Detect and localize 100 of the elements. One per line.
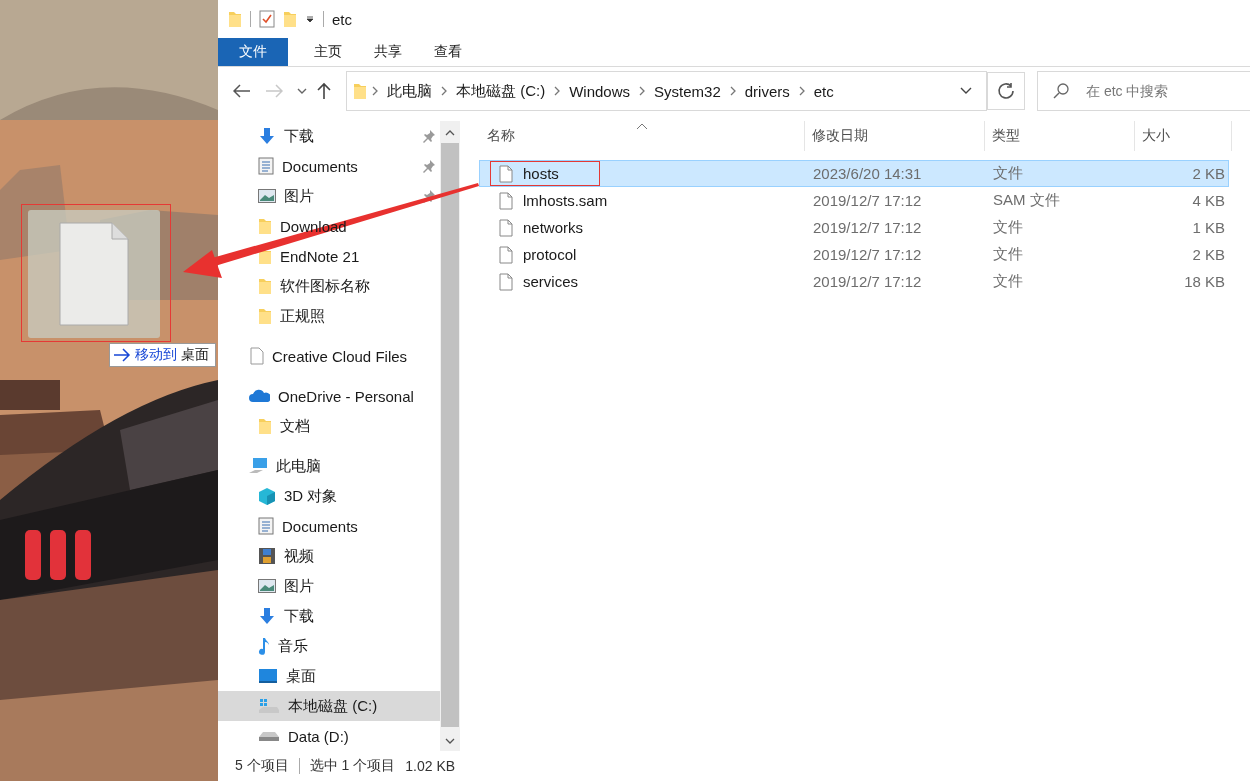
file-name: protocol <box>523 246 577 263</box>
nav-item[interactable]: 音乐 <box>218 631 440 661</box>
file-icon <box>499 191 513 210</box>
file-name: networks <box>523 219 584 236</box>
pin-icon <box>422 189 436 203</box>
refresh-icon <box>997 82 1015 100</box>
nav-item[interactable]: 本地磁盘 (C:) <box>218 691 440 721</box>
properties-icon <box>259 10 275 28</box>
nav-item[interactable]: 正规照 <box>218 301 440 331</box>
breadcrumb[interactable]: etc <box>809 82 838 100</box>
modified-date: 2023/6/20 14:31 <box>812 165 923 182</box>
drag-target-text: 桌面 <box>181 346 209 364</box>
nav-item[interactable]: Documents <box>218 151 440 181</box>
file-icon <box>499 218 513 237</box>
nav-item[interactable]: Documents <box>218 511 440 541</box>
chevron-down-icon <box>297 87 307 95</box>
file-row[interactable]: lmhosts.sam 2019/12/7 17:12 SAM 文件 4 KB <box>480 188 1228 213</box>
refresh-button[interactable] <box>987 72 1025 110</box>
ribbon-tab[interactable]: 主页 <box>298 38 358 66</box>
file-type: 文件 <box>992 218 1024 237</box>
folder-icon <box>228 10 242 28</box>
drive-icon <box>258 730 280 742</box>
file-icon <box>499 272 513 291</box>
file-type: SAM 文件 <box>992 191 1061 210</box>
folder-icon <box>258 307 272 325</box>
pin-icon <box>422 159 436 173</box>
selection-size: 1.02 KB <box>405 758 456 774</box>
breadcrumb[interactable]: System32 <box>650 82 725 100</box>
search-field[interactable]: 在 etc 中搜索 <box>1037 71 1250 111</box>
file-type: 文件 <box>992 164 1024 183</box>
breadcrumb[interactable]: Windows <box>565 82 635 100</box>
file-size: 2 KB <box>1191 165 1226 182</box>
scrollbar[interactable] <box>440 121 460 751</box>
nav-item[interactable]: 软件图标名称 <box>218 271 440 301</box>
computer-icon <box>248 457 268 475</box>
breadcrumb[interactable]: 此电脑 <box>383 81 436 101</box>
drive-icon <box>258 697 280 715</box>
film-icon <box>258 547 276 565</box>
column-header[interactable]: 类型 <box>985 121 1135 151</box>
nav-item[interactable]: 文档 <box>218 411 440 441</box>
file-icon <box>499 245 513 264</box>
breadcrumb[interactable]: 本地磁盘 (C:) <box>452 81 550 101</box>
file-size: 1 KB <box>1191 219 1226 236</box>
file-row[interactable]: services 2019/12/7 17:12 文件 18 KB <box>480 269 1228 294</box>
download-icon <box>258 127 276 145</box>
nav-item[interactable]: 图片 <box>218 571 440 601</box>
nav-item[interactable]: Creative Cloud Files <box>218 341 440 371</box>
nav-item[interactable]: 下载 <box>218 601 440 631</box>
file-row[interactable]: protocol 2019/12/7 17:12 文件 2 KB <box>480 242 1228 267</box>
dragged-file-tile[interactable] <box>28 210 160 338</box>
arrow-right-icon <box>113 348 131 362</box>
drag-action-text: 移动到 <box>135 346 177 364</box>
modified-date: 2019/12/7 17:12 <box>812 219 923 236</box>
file-name: hosts <box>523 165 559 182</box>
file-type: 文件 <box>992 245 1024 264</box>
cube-icon <box>258 487 276 505</box>
file-size: 4 KB <box>1191 192 1226 209</box>
pin-icon <box>422 129 436 143</box>
file-menu-button[interactable]: 文件 <box>218 38 288 66</box>
forward-arrow-icon <box>265 84 283 98</box>
nav-item[interactable]: 此电脑 <box>218 451 440 481</box>
file-icon <box>499 164 513 183</box>
nav-item[interactable]: 视频 <box>218 541 440 571</box>
nav-item[interactable]: 下载 <box>218 121 440 151</box>
nav-item[interactable]: OneDrive - Personal <box>218 381 440 411</box>
file-name: services <box>523 273 578 290</box>
column-header[interactable]: 修改日期 <box>805 121 985 151</box>
sort-ascending-icon <box>636 122 648 130</box>
folder-icon <box>258 417 272 435</box>
file-row[interactable]: networks 2019/12/7 17:12 文件 1 KB <box>480 215 1228 240</box>
modified-date: 2019/12/7 17:12 <box>812 273 923 290</box>
nav-item[interactable]: 3D 对象 <box>218 481 440 511</box>
nav-item[interactable]: 图片 <box>218 181 440 211</box>
folder-icon <box>353 82 367 100</box>
picture-icon <box>258 189 276 203</box>
ribbon-tab[interactable]: 查看 <box>418 38 478 66</box>
document-icon <box>258 517 274 535</box>
nav-item[interactable]: Data (D:) <box>218 721 440 751</box>
file-name: lmhosts.sam <box>523 192 608 209</box>
back-arrow-icon <box>233 84 251 98</box>
breadcrumb[interactable]: drivers <box>740 82 794 100</box>
folder-icon <box>258 277 272 295</box>
modified-date: 2019/12/7 17:12 <box>812 192 923 209</box>
ribbon-tab[interactable]: 共享 <box>358 38 418 66</box>
picture-icon <box>258 579 276 593</box>
file-icon <box>250 347 264 365</box>
column-header[interactable]: 名称 <box>480 121 805 151</box>
column-header[interactable]: 大小 <box>1135 121 1232 151</box>
folder-icon <box>258 217 272 235</box>
file-row[interactable]: hosts 2023/6/20 14:31 文件 2 KB <box>480 161 1228 186</box>
modified-date: 2019/12/7 17:12 <box>812 246 923 263</box>
search-icon <box>1053 83 1069 99</box>
desktop-icon <box>258 668 278 684</box>
download-icon <box>258 607 276 625</box>
address-bar[interactable]: 此电脑 本地磁盘 (C:) Windows System32 drivers etc <box>346 71 987 111</box>
up-arrow-icon <box>317 82 331 100</box>
chevron-down-icon <box>960 87 972 95</box>
nav-item[interactable]: 桌面 <box>218 661 440 691</box>
nav-item[interactable]: EndNote 21 <box>218 241 440 271</box>
file-size: 2 KB <box>1191 246 1226 263</box>
